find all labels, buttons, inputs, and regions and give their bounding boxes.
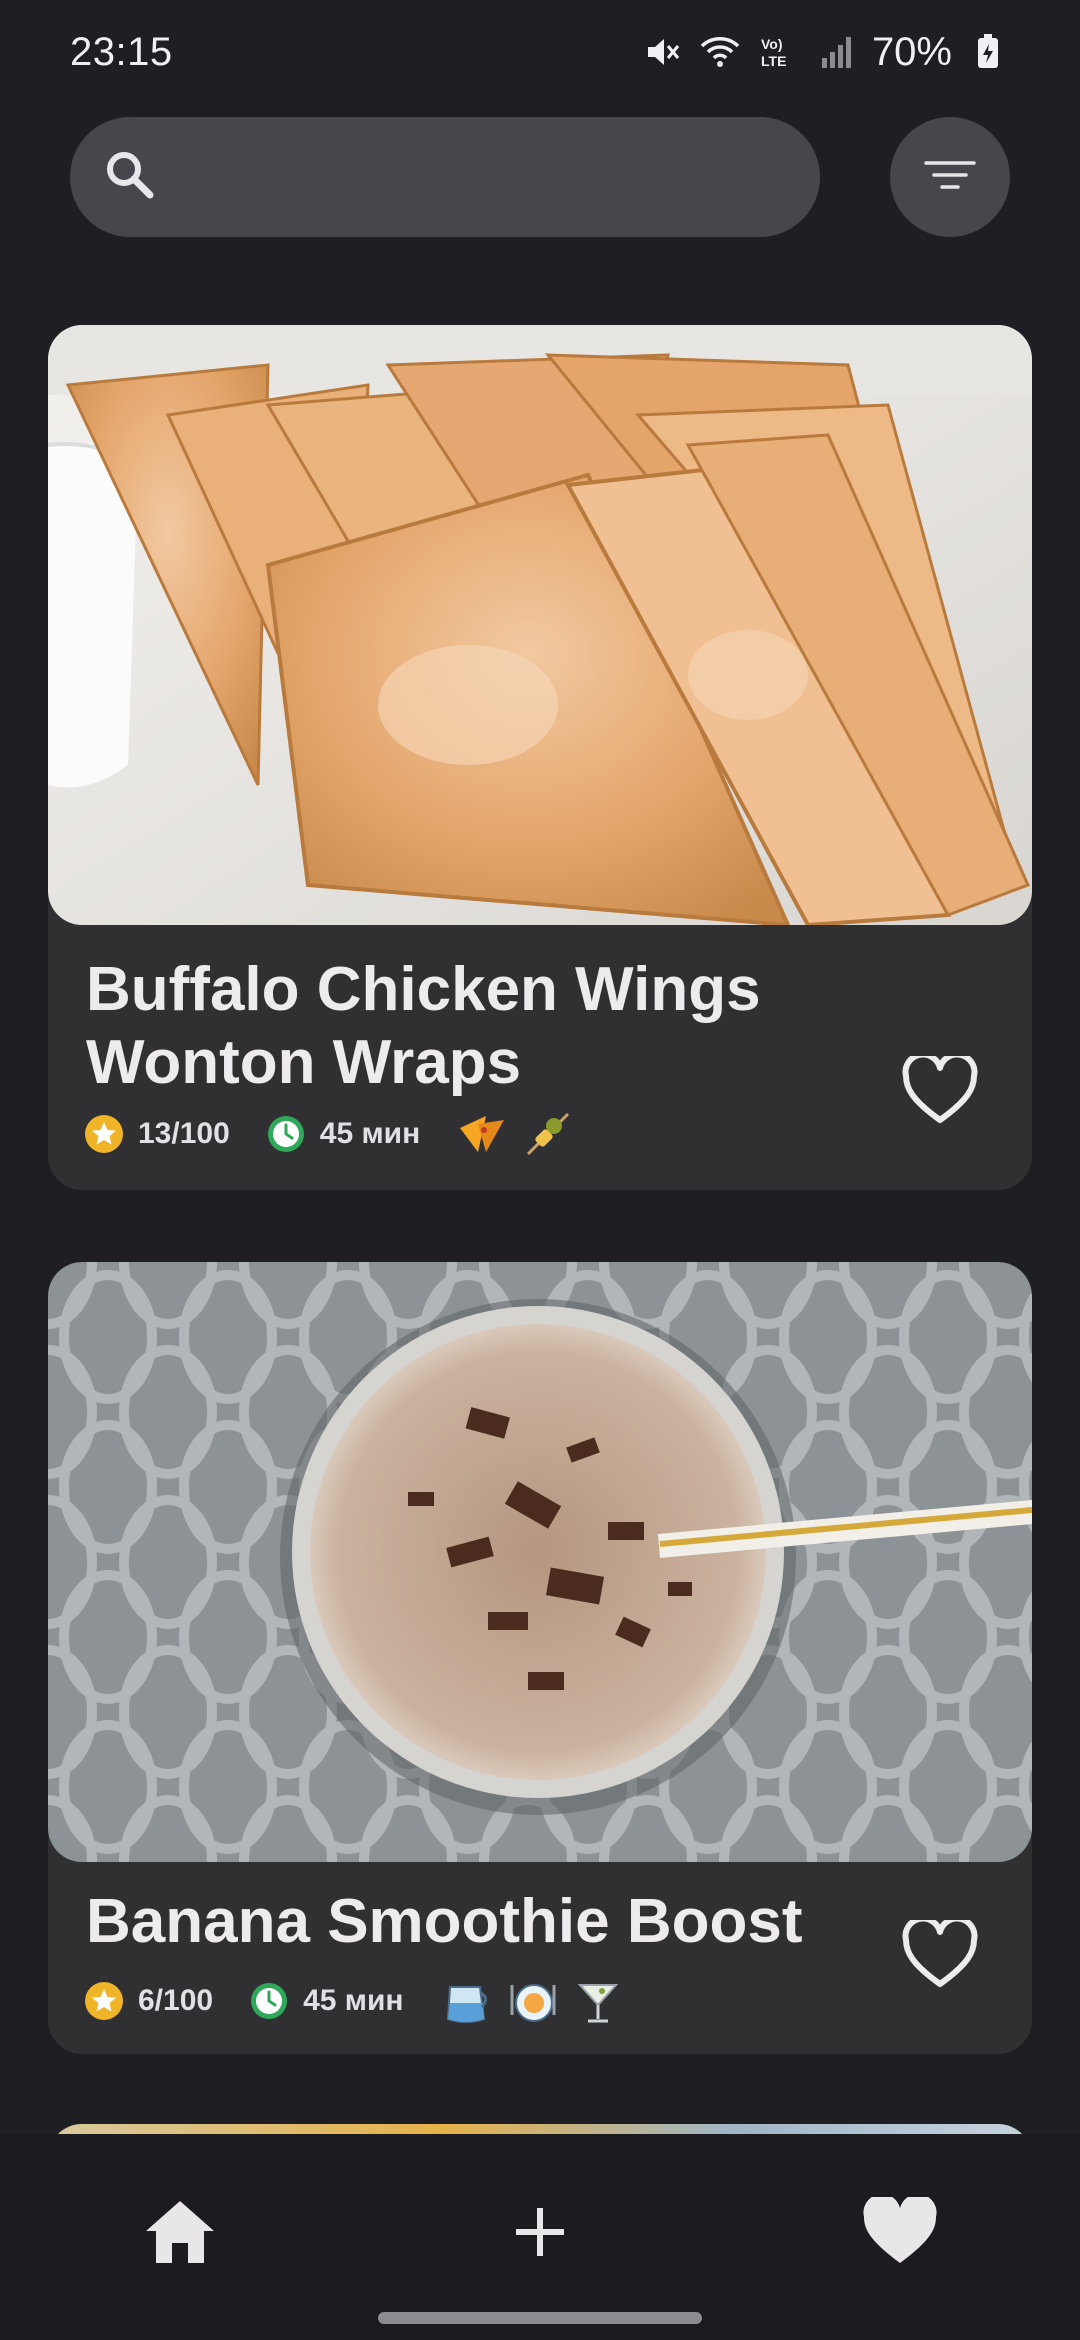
rating: 13/100: [84, 1114, 230, 1154]
volte-icon: Vo) LTE: [756, 30, 800, 74]
clock-icon: [249, 1981, 289, 2021]
signal-icon: [814, 30, 858, 74]
mute-icon: [640, 30, 684, 74]
category-icons: [456, 1108, 574, 1160]
home-icon: [142, 2197, 218, 2272]
svg-text:LTE: LTE: [761, 53, 786, 69]
search-icon: [100, 145, 160, 210]
cocktail-icon: [572, 1975, 624, 2027]
status-time: 23:15: [70, 29, 173, 74]
recipe-meta: 13/100 45 мин: [84, 1108, 574, 1160]
time-value: 45 мин: [319, 1117, 421, 1150]
heart-outline-icon: [902, 1915, 978, 1995]
skewer-icon: [522, 1108, 574, 1160]
recipe-meta: 6/100 45 мин: [84, 1975, 624, 2027]
recipe-title: Banana Smoothie Boost: [86, 1887, 803, 1956]
nav-add-button[interactable]: [490, 2184, 590, 2284]
rating: 6/100: [84, 1981, 213, 2021]
star-icon: [84, 1114, 124, 1154]
recipe-title: Buffalo Chicken Wings Wonton Wraps: [86, 955, 761, 1097]
recipe-image: [48, 325, 1032, 925]
heart-outline-icon: [902, 1051, 978, 1131]
category-icons: [440, 1975, 624, 2027]
plate-icon: [506, 1975, 558, 2027]
favorites-icon: [862, 2193, 938, 2272]
clock-icon: [266, 1114, 306, 1154]
nav-favorites-button[interactable]: [850, 2184, 950, 2284]
filter-lines-icon: [920, 155, 980, 200]
svg-text:Vo): Vo): [761, 36, 783, 52]
status-icons: Vo) LTE 70%: [640, 30, 1010, 75]
favorite-button[interactable]: [895, 1048, 985, 1138]
app-screen: 23:15 Vo) LTE 70% Buffalo Chicken Wings …: [0, 0, 1080, 2340]
battery-icon: [966, 30, 1010, 74]
star-icon: [84, 1981, 124, 2021]
time-value: 45 мин: [303, 1984, 404, 2017]
search-input[interactable]: [180, 155, 780, 199]
cook-time: 45 мин: [266, 1114, 420, 1154]
jug-icon: [440, 1975, 492, 2027]
wifi-icon: [698, 30, 742, 74]
status-bar: 23:15 Vo) LTE 70%: [0, 0, 1080, 104]
cook-time: 45 мин: [249, 1981, 404, 2021]
favorite-button[interactable]: [895, 1912, 985, 2002]
nav-home-button[interactable]: [130, 2184, 230, 2284]
home-indicator[interactable]: [378, 2312, 702, 2324]
rating-value: 6/100: [138, 1984, 214, 2017]
filter-button[interactable]: [890, 117, 1010, 237]
nachos-icon: [456, 1108, 508, 1160]
search-bar[interactable]: [70, 117, 820, 237]
battery-percent: 70%: [871, 29, 952, 74]
bottom-nav: [0, 2134, 1080, 2340]
recipe-image: [48, 1262, 1032, 1862]
add-icon: [510, 2202, 570, 2267]
rating-value: 13/100: [138, 1117, 230, 1150]
